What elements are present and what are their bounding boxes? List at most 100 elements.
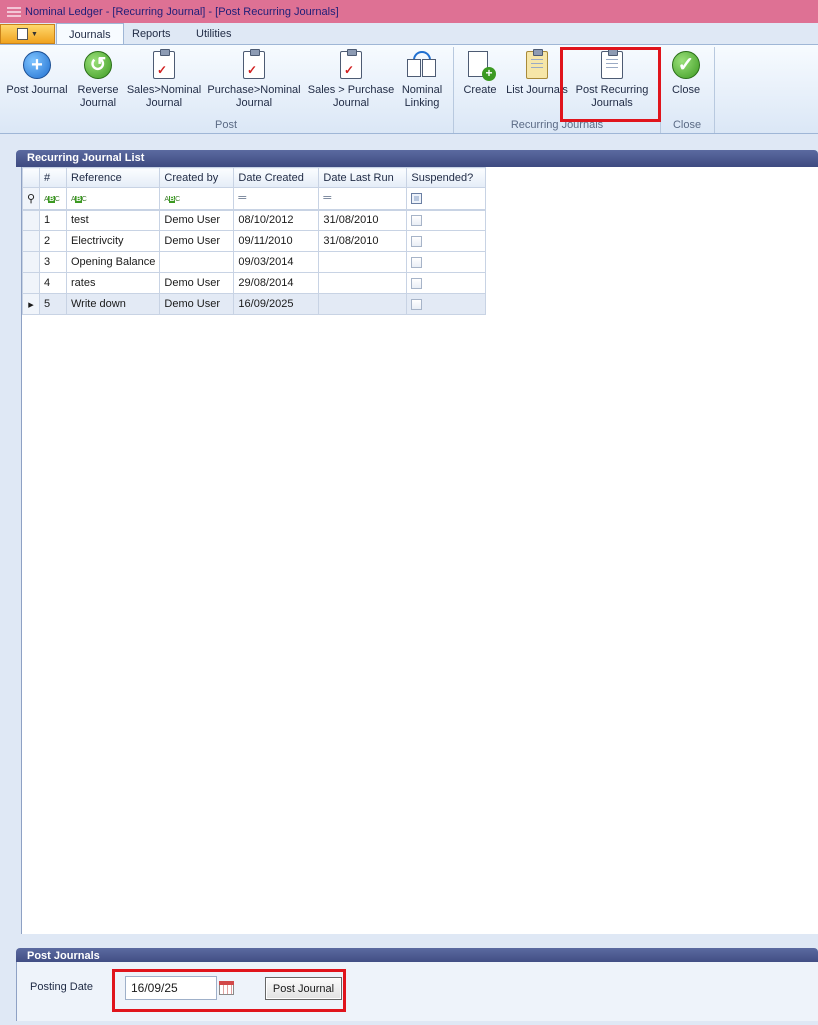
filter-date-created[interactable]: ═ — [233, 187, 320, 211]
purchase-nominal-label: Purchase>Nominal — [207, 84, 301, 96]
cell-date-created[interactable]: 09/11/2010 — [233, 230, 320, 252]
linking-icon — [407, 51, 437, 79]
suspended-checkbox[interactable] — [411, 214, 423, 226]
cell-suspended[interactable] — [406, 251, 487, 273]
reverse-journal-label-2: Journal — [79, 97, 117, 109]
cell-created-by[interactable]: Demo User — [159, 272, 235, 294]
filter-checkbox[interactable] — [411, 192, 423, 204]
cell-reference[interactable]: Opening Balance — [65, 251, 161, 273]
highlight-box-post — [112, 969, 346, 1012]
reverse-journal-button[interactable]: ↺ Reverse Journal — [72, 49, 124, 110]
text-filter-icon: ABC — [71, 196, 87, 204]
filter-number[interactable]: ABC — [39, 187, 67, 211]
clipboard-list-icon — [526, 49, 548, 79]
column-header-date-last-run[interactable]: Date Last Run — [318, 167, 408, 188]
suspended-checkbox[interactable] — [411, 256, 423, 268]
cell-created-by[interactable]: Demo User — [159, 230, 235, 252]
purchase-nominal-journal-button[interactable]: ✓ Purchase>Nominal Journal — [206, 49, 302, 110]
filter-row: ⚲ ABC ABC ABC ═ ═ — [22, 187, 487, 211]
nominal-linking-button[interactable]: Nominal Linking — [398, 49, 446, 110]
purchase-nominal-label-2: Journal — [235, 97, 273, 109]
clipboard-check-icon: ✓ — [153, 49, 175, 79]
group-separator — [714, 47, 715, 133]
filter-reference[interactable]: ABC — [65, 187, 161, 211]
cell-number[interactable]: 4 — [39, 272, 67, 294]
post-journal-button[interactable]: + Post Journal — [4, 49, 70, 97]
cell-created-by[interactable]: Demo User — [159, 293, 235, 315]
group-label-post: Post — [214, 119, 237, 131]
column-header-reference[interactable]: Reference — [65, 167, 161, 188]
tab-utilities[interactable]: Utilities — [184, 23, 243, 45]
text-filter-icon: ABC — [164, 196, 180, 204]
menu-icon[interactable] — [7, 6, 21, 17]
ribbon: + Post Journal ↺ Reverse Journal ✓ Sales… — [0, 44, 818, 134]
cell-date-last-run[interactable] — [318, 272, 408, 294]
column-header-number[interactable]: # — [39, 167, 67, 188]
reverse-journal-label: Reverse — [77, 84, 119, 96]
create-button[interactable]: + Create — [460, 49, 500, 97]
suspended-checkbox[interactable] — [411, 298, 423, 310]
cell-reference[interactable]: rates — [65, 272, 161, 294]
window-title: Nominal Ledger - [Recurring Journal] - [… — [25, 5, 339, 18]
highlight-box-ribbon — [560, 47, 661, 122]
column-header-created-by[interactable]: Created by — [159, 167, 235, 188]
cell-suspended[interactable] — [406, 272, 487, 294]
table-row[interactable]: 2 Electrivcity Demo User 09/11/2010 31/0… — [22, 230, 487, 252]
title-bar: Nominal Ledger - [Recurring Journal] - [… — [0, 0, 818, 23]
cell-suspended[interactable] — [406, 209, 487, 231]
row-indicator — [22, 209, 40, 231]
cell-suspended[interactable] — [406, 293, 487, 315]
equals-filter-icon: ═ — [323, 192, 332, 205]
close-button[interactable]: ✓ Close — [664, 49, 708, 97]
table-row[interactable]: 1 test Demo User 08/10/2012 31/08/2010 — [22, 209, 487, 231]
suspended-checkbox[interactable] — [411, 235, 423, 247]
tab-reports[interactable]: Reports — [120, 23, 183, 45]
posting-date-label: Posting Date — [30, 981, 93, 993]
cell-number[interactable]: 5 — [39, 293, 67, 315]
filter-created-by[interactable]: ABC — [159, 187, 235, 211]
sales-nominal-journal-button[interactable]: ✓ Sales>Nominal Journal — [126, 49, 202, 110]
suspended-checkbox[interactable] — [411, 277, 423, 289]
nominal-linking-label-2: Linking — [404, 97, 440, 109]
sales-nominal-label: Sales>Nominal — [126, 84, 202, 96]
table-row[interactable]: 4 rates Demo User 29/08/2014 — [22, 272, 487, 294]
pin-icon: ⚲ — [22, 187, 40, 211]
cell-created-by[interactable] — [159, 251, 235, 273]
group-label-close: Close — [672, 119, 702, 131]
row-indicator — [22, 272, 40, 294]
cell-reference[interactable]: Electrivcity — [65, 230, 161, 252]
add-icon: + — [23, 51, 51, 79]
table-header-row: # Reference Created by Date Created Date… — [22, 167, 487, 188]
cell-number[interactable]: 3 — [39, 251, 67, 273]
cell-suspended[interactable] — [406, 230, 487, 252]
column-header-suspended[interactable]: Suspended? — [406, 167, 487, 188]
sales-purchase-journal-button[interactable]: ✓ Sales > Purchase Journal — [306, 49, 396, 110]
cell-date-created[interactable]: 08/10/2012 — [233, 209, 320, 231]
cell-reference[interactable]: Write down — [65, 293, 161, 315]
cell-date-last-run[interactable] — [318, 251, 408, 273]
new-document-icon: + — [468, 51, 496, 81]
cell-number[interactable]: 2 — [39, 230, 67, 252]
tab-journals[interactable]: Journals — [56, 23, 124, 46]
cell-number[interactable]: 1 — [39, 209, 67, 231]
cell-date-created[interactable]: 09/03/2014 — [233, 251, 320, 273]
checkmark-icon: ✓ — [672, 51, 700, 79]
table-row-selected[interactable]: ▸ 5 Write down Demo User 16/09/2025 — [22, 293, 487, 315]
cell-date-created[interactable]: 29/08/2014 — [233, 272, 320, 294]
chevron-down-icon: ▼ — [31, 30, 38, 38]
cell-date-last-run[interactable]: 31/08/2010 — [318, 209, 408, 231]
journal-table: # Reference Created by Date Created Date… — [22, 167, 487, 315]
table-row[interactable]: 3 Opening Balance 09/03/2014 — [22, 251, 487, 273]
cell-date-created[interactable]: 16/09/2025 — [233, 293, 320, 315]
filter-suspended[interactable] — [406, 187, 487, 211]
cell-created-by[interactable]: Demo User — [159, 209, 235, 231]
cell-date-last-run[interactable] — [318, 293, 408, 315]
nominal-linking-label: Nominal — [401, 84, 443, 96]
cell-date-last-run[interactable]: 31/08/2010 — [318, 230, 408, 252]
application-menu-button[interactable]: ▼ — [0, 24, 55, 44]
column-header-date-created[interactable]: Date Created — [233, 167, 320, 188]
filter-date-last-run[interactable]: ═ — [318, 187, 408, 211]
text-filter-icon: ABC — [44, 196, 60, 204]
cell-reference[interactable]: test — [65, 209, 161, 231]
row-indicator-header — [22, 167, 40, 188]
